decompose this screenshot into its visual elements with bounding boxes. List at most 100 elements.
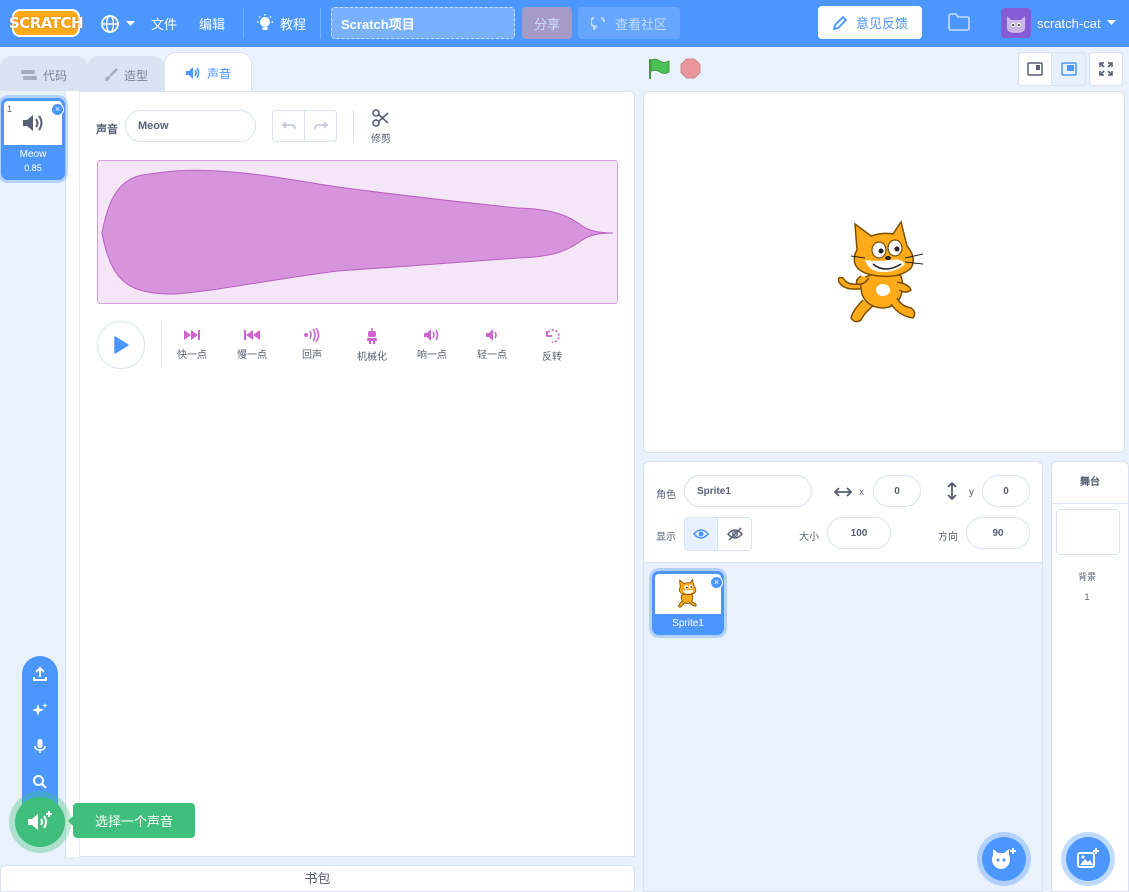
community-icon [590,17,605,30]
direction-input[interactable]: 90 [966,517,1030,549]
stage-target-pane[interactable]: 舞台 背景 1 [1051,461,1129,892]
backdrops-count: 1 [1084,592,1090,602]
search-sound-button[interactable] [22,768,58,796]
waveform [101,169,614,295]
sprite-tile-name: Sprite1 [672,618,704,629]
upload-sound-button[interactable] [22,660,58,688]
cat-thumbnail-icon [678,579,697,608]
menu-bar: SCRATCH 文件 编辑 教程 Scratch项目 分享 查看社区 意见反馈 … [0,0,1129,47]
sound-index: 1 [7,104,13,114]
large-stage-button[interactable] [1052,52,1086,86]
code-blocks-icon [20,70,37,80]
record-sound-button[interactable] [22,732,58,760]
waveform-display[interactable] [97,160,618,304]
softer-icon [486,329,497,341]
trim-label: 修剪 [371,134,391,145]
stage-header: 舞台 [1052,462,1128,504]
scissors-icon [372,109,389,127]
effects-divider [161,322,162,368]
project-title-input[interactable]: Scratch项目 [331,7,515,39]
faster-icon [184,330,200,340]
show-sprite-button[interactable] [684,517,718,551]
choose-sprite-button[interactable] [982,837,1026,881]
direction-label: 方向 [938,532,958,543]
globe-icon [101,14,119,33]
edit-menu[interactable]: 编辑 [199,0,225,47]
stop-button[interactable] [680,58,701,79]
scratch-logo[interactable]: SCRATCH [9,9,84,37]
tutorials-menu[interactable]: 教程 [256,0,306,47]
sprite-name-input[interactable]: Sprite1 [684,475,812,507]
tab-sounds-label: 声音 [206,66,231,81]
undo-button[interactable] [273,111,305,141]
choose-backdrop-button[interactable] [1066,837,1110,881]
y-label: y [969,487,974,498]
trim-button[interactable]: 修剪 [368,109,394,145]
redo-icon [313,121,328,130]
tab-code[interactable]: 代码 [0,56,88,93]
fullscreen-icon [1099,62,1113,76]
size-input[interactable]: 100 [827,517,891,549]
effect-slower-button[interactable]: 慢一点 [227,328,277,361]
user-menu[interactable]: scratch-cat [1001,8,1116,38]
scratch-cat-sprite[interactable] [835,220,935,328]
slower-icon [244,330,260,340]
effect-robot-button[interactable]: 机械化 [347,328,397,363]
search-icon [33,775,47,789]
sound-name-input[interactable]: Meow [125,110,256,142]
eye-icon [693,529,709,539]
delete-sprite-button[interactable]: × [710,576,723,589]
effect-louder-button[interactable]: 响一点 [407,328,457,361]
tab-costumes-label: 造型 [123,68,148,83]
share-button[interactable]: 分享 [522,7,572,39]
horizontal-arrows-icon [834,487,852,497]
backpack-header[interactable]: 书包 [0,865,635,892]
feedback-label: 意见反馈 [855,16,908,31]
toolbar-divider [353,110,354,142]
large-stage-icon [1060,62,1077,76]
caret-down-icon [1106,20,1116,25]
effect-reverse-button[interactable]: 反转 [527,328,577,363]
x-input[interactable]: 0 [873,475,921,507]
paintbrush-icon [104,68,118,81]
echo-icon [304,328,320,342]
sprite-tile[interactable]: × Sprite1 [652,571,724,635]
y-input[interactable]: 0 [982,475,1030,507]
size-label: 大小 [799,532,819,543]
backdrops-label: 背景 [1077,572,1096,582]
fullscreen-button[interactable] [1089,52,1123,86]
tab-sounds[interactable]: 声音 [164,52,252,93]
vertical-arrows-icon [947,482,957,500]
language-menu[interactable] [100,0,135,47]
delete-sound-button[interactable]: × [51,103,64,116]
menu-divider [320,8,321,39]
sound-item[interactable]: 1 × Meow 0.85 [1,98,65,180]
feedback-button[interactable]: 意见反馈 [818,6,922,39]
play-sound-button[interactable] [97,321,145,369]
stage-thumbnail[interactable] [1056,509,1120,555]
redo-button[interactable] [305,111,336,141]
folder-icon[interactable] [948,13,970,34]
cat-face-icon [1007,16,1025,33]
sound-name-label: 声音 [96,124,118,136]
effect-softer-button[interactable]: 轻一点 [467,328,517,361]
choose-sound-button[interactable] [15,797,65,847]
add-sound-menu [22,656,58,806]
tab-code-label: 代码 [42,68,67,83]
green-flag-icon [649,58,670,79]
file-menu[interactable]: 文件 [151,0,177,47]
show-label: 显示 [656,532,676,543]
sparkle-icon [32,703,48,716]
stage-canvas[interactable] [643,91,1125,453]
see-community-button[interactable]: 查看社区 [578,7,680,39]
effect-faster-button[interactable]: 快一点 [167,328,217,361]
green-flag-button[interactable] [647,57,671,86]
sprite-pane: 角色 Sprite1 x 0 y 0 显示 大小 100 方向 90 × Spr… [643,461,1043,892]
hide-sprite-button[interactable] [718,517,752,551]
selector-divider [66,91,80,857]
tab-costumes[interactable]: 造型 [87,56,165,93]
x-label: x [859,487,864,498]
small-stage-button[interactable] [1018,52,1052,86]
surprise-sound-button[interactable] [22,696,58,724]
effect-echo-button[interactable]: 回声 [287,328,337,361]
